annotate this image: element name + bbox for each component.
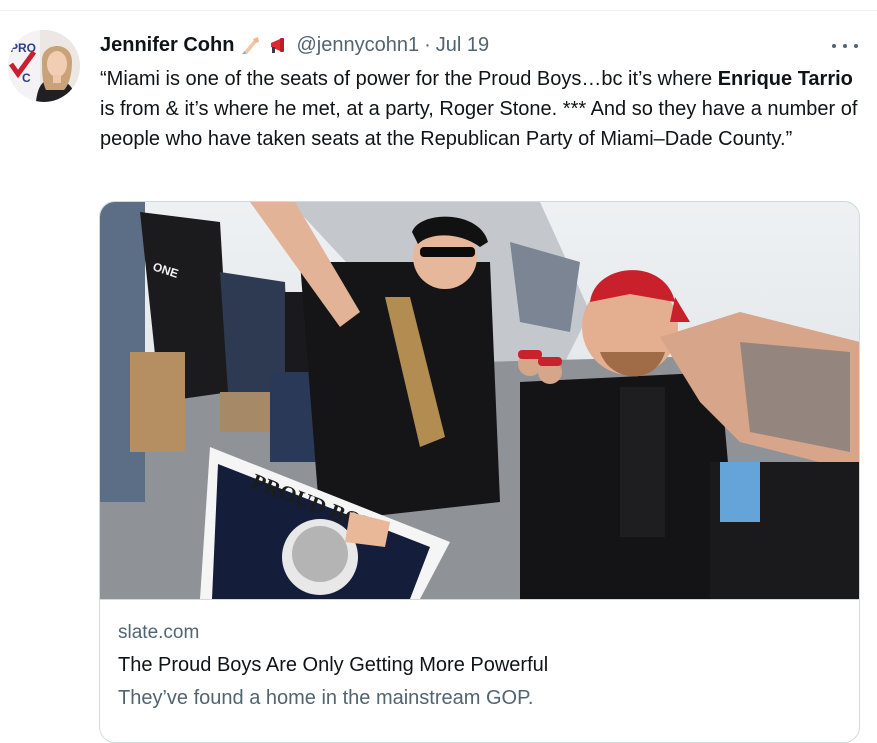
author-name[interactable]: Jennifer Cohn bbox=[100, 34, 234, 57]
card-description: They’ve found a home in the mainstream G… bbox=[118, 687, 534, 709]
card-title: The Proud Boys Are Only Getting More Pow… bbox=[118, 654, 549, 676]
more-options-icon[interactable] bbox=[832, 36, 858, 56]
tweet-header: Jennifer Cohn @jennycohn1 · Jul 19 bbox=[100, 32, 489, 58]
svg-text:C: C bbox=[22, 71, 31, 85]
tweet-date[interactable]: Jul 19 bbox=[436, 34, 489, 57]
megaphone-icon bbox=[268, 34, 290, 56]
writing-hand-icon bbox=[240, 34, 262, 56]
top-divider bbox=[0, 10, 877, 11]
avatar-photo: PRO C bbox=[8, 30, 80, 102]
card-image[interactable]: PROUD BOY ONE bbox=[100, 202, 859, 599]
author-handle[interactable]: @jennycohn1 bbox=[296, 34, 419, 57]
rally-photo: PROUD BOY ONE bbox=[100, 202, 859, 599]
tweet-text-part: is from & it’s where he met, at a party,… bbox=[100, 98, 858, 150]
link-card[interactable]: PROUD BOY ONE slate.com The Proud Boys A… bbox=[99, 201, 860, 743]
card-meta[interactable]: slate.com The Proud Boys Are Only Gettin… bbox=[100, 599, 859, 709]
avatar[interactable]: PRO C bbox=[8, 30, 80, 102]
tweet-text: “Miami is one of the seats of power for … bbox=[100, 64, 860, 154]
separator-dot: · bbox=[424, 33, 431, 56]
more-dot bbox=[854, 44, 858, 48]
more-dot bbox=[832, 44, 836, 48]
card-domain: slate.com bbox=[118, 622, 200, 643]
tweet-text-part: “Miami is one of the seats of power for … bbox=[100, 68, 718, 90]
more-dot bbox=[843, 44, 847, 48]
mention-bold: Enrique Tarrio bbox=[717, 68, 853, 90]
